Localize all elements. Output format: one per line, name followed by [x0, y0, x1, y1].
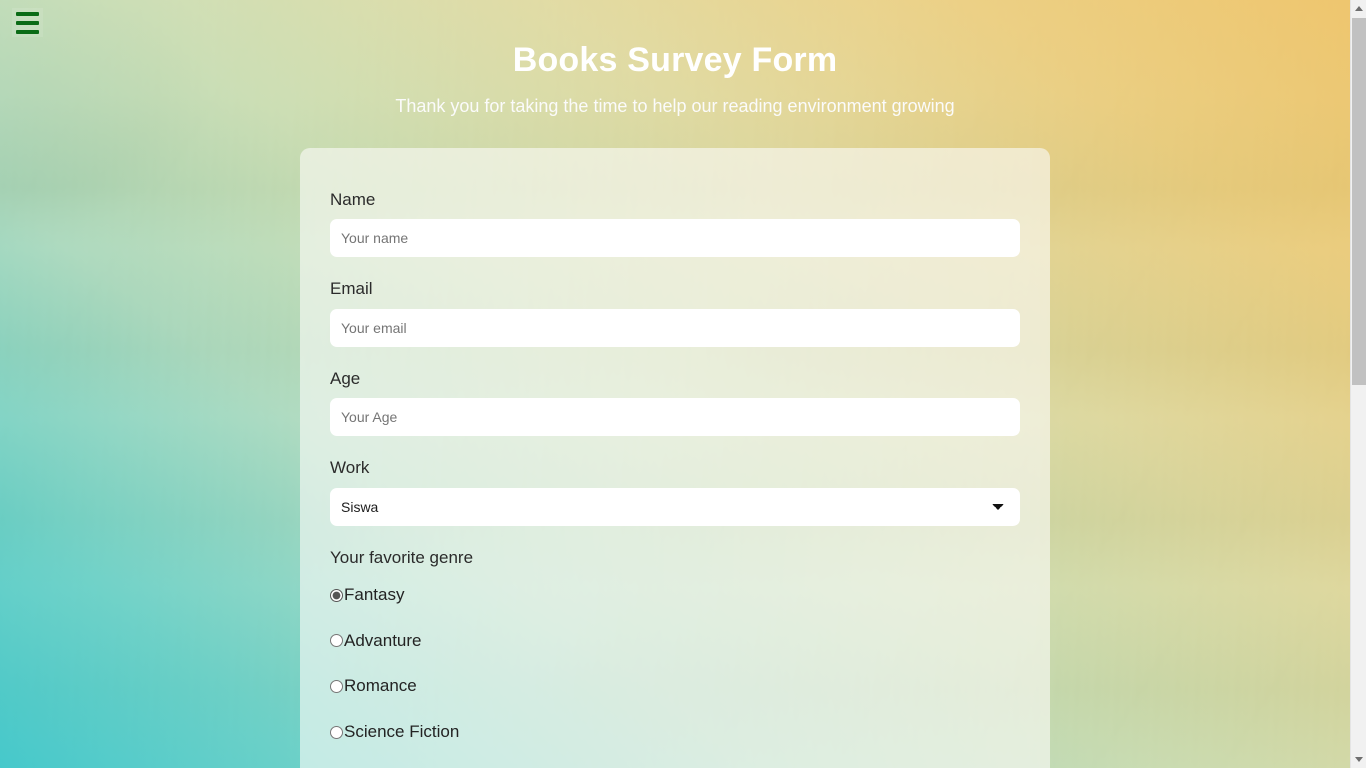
field-age: Age: [330, 368, 1020, 437]
genre-radio-fantasy[interactable]: [330, 588, 343, 602]
scrollbar-thumb[interactable]: [1352, 18, 1366, 385]
page-subtitle: Thank you for taking the time to help ou…: [395, 95, 955, 116]
genre-option-fantasy[interactable]: Fantasy: [330, 585, 1020, 605]
survey-form-card: Name Email Age Work Siswa Your favorite …: [300, 148, 1050, 768]
email-input[interactable]: [330, 308, 1020, 347]
field-email: Email: [330, 279, 1020, 347]
genre-label-science-fiction[interactable]: Science Fiction: [344, 722, 459, 742]
age-input[interactable]: [330, 398, 1020, 437]
work-select[interactable]: Siswa: [330, 487, 1020, 526]
name-input[interactable]: [330, 219, 1020, 258]
field-work: Work Siswa: [330, 458, 1020, 526]
genre-option-science-fiction[interactable]: Science Fiction: [330, 722, 1020, 742]
chevron-down-icon[interactable]: [1351, 751, 1366, 768]
vertical-scrollbar[interactable]: [1350, 0, 1366, 768]
genre-label-fantasy[interactable]: Fantasy: [344, 585, 404, 605]
field-label-age: Age: [330, 368, 361, 388]
genre-option-advanture[interactable]: Advanture: [330, 631, 1020, 651]
field-label-work: Work: [330, 458, 370, 478]
field-label-genre: Your favorite genre: [330, 547, 474, 567]
field-name: Name: [330, 190, 1020, 258]
genre-radio-romance[interactable]: [330, 680, 343, 694]
browser-viewport: Books Survey Form Thank you for taking t…: [0, 0, 1366, 768]
page-content: Books Survey Form Thank you for taking t…: [0, 0, 1350, 768]
field-label-email: Email: [330, 279, 373, 299]
field-genre: Your favorite genre Fantasy Advanture Ro…: [330, 548, 1020, 742]
genre-radio-science-fiction[interactable]: [330, 725, 343, 739]
genre-label-advanture[interactable]: Advanture: [344, 631, 422, 651]
genre-label-romance[interactable]: Romance: [344, 677, 417, 696]
page-title: Books Survey Form: [512, 41, 838, 79]
field-label-name: Name: [330, 190, 376, 209]
chevron-up-icon[interactable]: [1351, 0, 1366, 17]
genre-radio-advanture[interactable]: [330, 634, 343, 648]
genre-option-romance[interactable]: Romance: [330, 677, 1020, 696]
page-header: Books Survey Form Thank you for taking t…: [0, 0, 1350, 118]
